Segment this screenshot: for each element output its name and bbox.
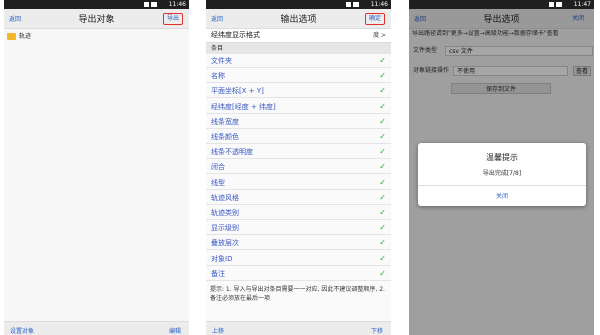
checkmark-icon[interactable]: ✓ xyxy=(379,222,386,234)
dialog-message: 导出完成[7/8] xyxy=(482,170,522,177)
bottom-bar: 设置对象 编辑 xyxy=(4,321,189,335)
item-label: 平面坐标[X + Y] xyxy=(211,87,264,96)
format-row[interactable]: 经纬度显示格式 度 > xyxy=(206,29,391,43)
folder-icon xyxy=(7,33,16,40)
folder-label: 轨迹 xyxy=(19,33,32,40)
checkmark-icon[interactable]: ✓ xyxy=(379,161,386,173)
item-label: 备注 xyxy=(211,269,225,278)
list-item[interactable]: 文件夹 ✓ xyxy=(206,55,391,68)
item-label: 线型 xyxy=(211,178,225,187)
status-bar: 11:46 xyxy=(206,0,391,9)
checkmark-icon[interactable]: ✓ xyxy=(379,55,386,67)
item-label: 线条宽度 xyxy=(211,117,239,126)
list-item[interactable]: 显示级别 ✓ xyxy=(206,222,391,236)
list-item[interactable]: 备注 ✓ xyxy=(206,268,391,281)
edit-button[interactable]: 编辑 xyxy=(169,326,181,335)
export-objects-screen: 11:46 返回 导出对象 导出 轨迹 设置对象 编辑 xyxy=(4,0,189,335)
status-bar: 11:47 xyxy=(409,0,594,9)
item-label: 线条颜色 xyxy=(211,133,239,141)
list-item[interactable]: 线型 ✓ xyxy=(206,177,391,190)
list-item[interactable]: 名称 ✓ xyxy=(206,70,391,84)
confirm-button[interactable]: 确定 xyxy=(364,13,385,25)
checkmark-icon[interactable]: ✓ xyxy=(379,131,386,143)
list-item[interactable]: 线条不透明度 ✓ xyxy=(206,146,391,160)
checkmark-icon[interactable]: ✓ xyxy=(379,207,386,219)
bottom-bar: 上移 下移 xyxy=(206,321,391,335)
battery-icon xyxy=(353,2,359,7)
item-label: 名称 xyxy=(211,72,225,81)
page-title: 输出选项 xyxy=(280,15,317,25)
item-label: 经纬度[经度 + 纬度] xyxy=(211,102,276,111)
list-item[interactable]: 线条宽度 ✓ xyxy=(206,116,391,129)
notice-dialog: 温馨提示 导出完成[7/8] 关闭 xyxy=(418,143,586,206)
checkmark-icon[interactable]: ✓ xyxy=(379,70,386,82)
checkmark-icon[interactable]: ✓ xyxy=(379,101,386,113)
dialog-close-button[interactable]: 关闭 xyxy=(418,191,586,200)
item-label: 对象ID xyxy=(211,254,233,263)
list-item[interactable]: 轨迹类别 ✓ xyxy=(206,207,391,220)
status-bar: 11:46 xyxy=(4,0,189,9)
header: 返回 输出选项 确定 xyxy=(206,9,391,29)
checkmark-icon[interactable]: ✓ xyxy=(379,237,386,249)
status-time: 11:46 xyxy=(168,1,186,8)
item-label: 轨迹风格 xyxy=(211,193,239,202)
list-item[interactable]: 叠放层次 ✓ xyxy=(206,237,391,251)
screenshot-collage: 11:46 返回 导出对象 导出 轨迹 设置对象 编辑 11:46 返回 输出选… xyxy=(0,0,600,335)
status-time: 11:47 xyxy=(573,1,591,8)
list-item[interactable]: 对象ID ✓ xyxy=(206,253,391,266)
status-time: 11:46 xyxy=(370,1,388,8)
set-objects-button[interactable]: 设置对象 xyxy=(10,326,34,335)
export-options-screen: 11:47 返回 导出选项 关闭 导出路径请到"更多→设置→高级功能→数据存储卡… xyxy=(409,0,594,335)
signal-icon xyxy=(144,2,149,7)
dialog-title: 温馨提示 xyxy=(486,153,518,162)
page-title: 导出对象 xyxy=(78,15,115,25)
move-up-button[interactable]: 上移 xyxy=(212,326,224,335)
item-label: 显示级别 xyxy=(211,224,239,233)
battery-icon xyxy=(556,2,562,7)
signal-icon xyxy=(549,2,554,7)
checkmark-icon[interactable]: ✓ xyxy=(379,253,386,265)
list-item[interactable]: 平面坐标[X + Y] ✓ xyxy=(206,85,391,99)
checkmark-icon[interactable]: ✓ xyxy=(379,116,386,128)
checkmark-icon[interactable]: ✓ xyxy=(379,146,386,158)
header: 返回 导出对象 导出 xyxy=(4,9,189,29)
checkmark-icon[interactable]: ✓ xyxy=(379,85,386,97)
list-item[interactable]: 线条颜色 ✓ xyxy=(206,131,391,144)
move-down-button[interactable]: 下移 xyxy=(371,326,383,335)
item-label: 文件夹 xyxy=(211,57,232,65)
item-label: 线条不透明度 xyxy=(211,148,253,157)
checkmark-icon[interactable]: ✓ xyxy=(379,192,386,204)
list-item[interactable]: 轨迹风格 ✓ xyxy=(206,192,391,205)
item-label: 叠放层次 xyxy=(211,239,239,248)
format-label: 经纬度显示格式 xyxy=(211,31,260,39)
battery-icon xyxy=(151,2,157,7)
format-value: 度 > xyxy=(373,32,386,39)
checkmark-icon[interactable]: ✓ xyxy=(379,268,386,280)
checkmark-icon[interactable]: ✓ xyxy=(379,177,386,189)
folder-item[interactable]: 轨迹 xyxy=(7,32,67,42)
item-label: 闭合 xyxy=(211,163,225,172)
export-button[interactable]: 导出 xyxy=(162,13,183,25)
output-options-screen: 11:46 返回 输出选项 确定 经纬度显示格式 度 > 条目 文件夹 ✓ 名称 ✓ 平… xyxy=(206,0,391,335)
item-label: 轨迹类别 xyxy=(211,209,239,217)
dialog-divider xyxy=(418,185,586,186)
section-header: 条目 xyxy=(206,43,391,54)
signal-icon xyxy=(346,2,351,7)
list-item[interactable]: 经纬度[经度 + 纬度] ✓ xyxy=(206,101,391,114)
list-item[interactable]: 闭合 ✓ xyxy=(206,161,391,175)
hint-text: 提示: 1. 导入与导出对条目需要一一对应, 因此不建议调整顺序, 2. 备注必… xyxy=(210,286,385,302)
